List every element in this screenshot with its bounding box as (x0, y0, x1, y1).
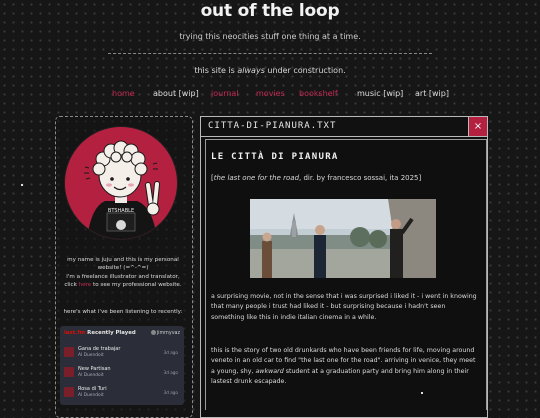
construction-suffix: under construction. (264, 66, 346, 75)
film-still-image (250, 199, 436, 278)
track-artist: Al Duendoit (78, 373, 104, 378)
nav-music[interactable]: music [wip] (357, 89, 403, 98)
listening-caption: here's what i've been listening to recen… (63, 309, 183, 315)
site-subtitle: trying this neocities stuff one thing at… (179, 32, 361, 41)
track-artist: Al Duendoit (78, 353, 104, 358)
track-title: New Partisan (78, 366, 111, 372)
close-icon[interactable]: × (468, 117, 487, 136)
bio-after-text: to see my professional website. (91, 282, 182, 289)
user-avatar-icon (150, 330, 156, 335)
header-divider (108, 53, 432, 54)
construction-notice: this site is always under construction. (0, 66, 540, 75)
bio-line-3: i'm a freelance illustrator and translat… (66, 273, 180, 280)
track-row[interactable]: Gana de trabajar Al Duendoit 3d ago (64, 346, 180, 362)
meta-details: , dir. by francesco sossai, ita 2025] (299, 174, 422, 182)
lastfm-widget[interactable]: last.fm Recently Played jimmyvaz Gana de… (60, 326, 184, 405)
window-titlebar: CITTA-DI-PIANURA.TXT × (201, 117, 487, 137)
track-row[interactable]: Rosa di Turi Al Duendoit 3d ago (64, 386, 180, 402)
paragraph-2-emphasis: awkward (255, 367, 284, 375)
construction-prefix: this site is (194, 66, 238, 75)
avatar: BTSHABLE (65, 127, 177, 239)
star-decoration (21, 184, 23, 186)
album-art-icon (64, 387, 74, 397)
track-row[interactable]: New Partisan Al Duendoit 3d ago (64, 366, 180, 382)
nav-bookshelf[interactable]: bookshelf (299, 89, 338, 98)
post-meta: [the last one for the road, dir. by fran… (211, 174, 421, 182)
lastfm-user[interactable]: jimmyvaz (150, 330, 180, 336)
main-nav: home about [wip] journal movies bookshel… (0, 89, 540, 101)
construction-emphasis: always (237, 66, 265, 75)
track-title: Rosa di Turi (78, 386, 107, 392)
avatar-shirt-text: BTSHABLE (108, 208, 134, 214)
window-title: CITTA-DI-PIANURA.TXT (208, 121, 337, 131)
track-title: Gana de trabajar (78, 346, 121, 352)
post-paragraph-1: a surprising movie, not in the sense tha… (211, 293, 477, 321)
star-decoration (421, 392, 423, 394)
film-title: the last one for the road (213, 174, 300, 182)
post-paragraph-2: this is the story of two old drunkards w… (211, 346, 479, 388)
lastfm-heading: last.fm Recently Played (64, 330, 136, 336)
bio-line-1: my name is juju and this is my personal (67, 257, 179, 263)
bio-line-4: click here to see my professional websit… (58, 281, 188, 289)
lastfm-heading-label: Recently Played (87, 330, 136, 336)
track-time: 3d ago (163, 370, 178, 375)
bio-line-2: website! (=^-^=) (97, 265, 149, 272)
bio-click-text: click (64, 282, 79, 289)
nav-home[interactable]: home (112, 89, 135, 98)
lastfm-username: jimmyvaz (156, 331, 180, 336)
sidebar-bio: my name is juju and this is my personal … (58, 256, 188, 290)
album-art-icon (64, 367, 74, 377)
nav-about[interactable]: about [wip] (153, 89, 199, 98)
site-title: out of the loop (200, 1, 340, 21)
lastfm-logo: last.fm (64, 330, 86, 336)
film-still-illustration (250, 199, 436, 278)
avatar-illustration: BTSHABLE (65, 127, 177, 239)
professional-site-link[interactable]: here (79, 282, 92, 288)
album-art-icon (64, 347, 74, 357)
track-time: 3d ago (163, 390, 178, 395)
track-time: 3d ago (163, 350, 178, 355)
post-heading: LE CITTÀ DI PIANURA (211, 152, 339, 162)
nav-art[interactable]: art [wip] (415, 89, 449, 98)
track-artist: Al Duendoit (78, 393, 104, 398)
nav-journal[interactable]: journal (211, 89, 239, 98)
nav-movies[interactable]: movies (256, 89, 285, 98)
